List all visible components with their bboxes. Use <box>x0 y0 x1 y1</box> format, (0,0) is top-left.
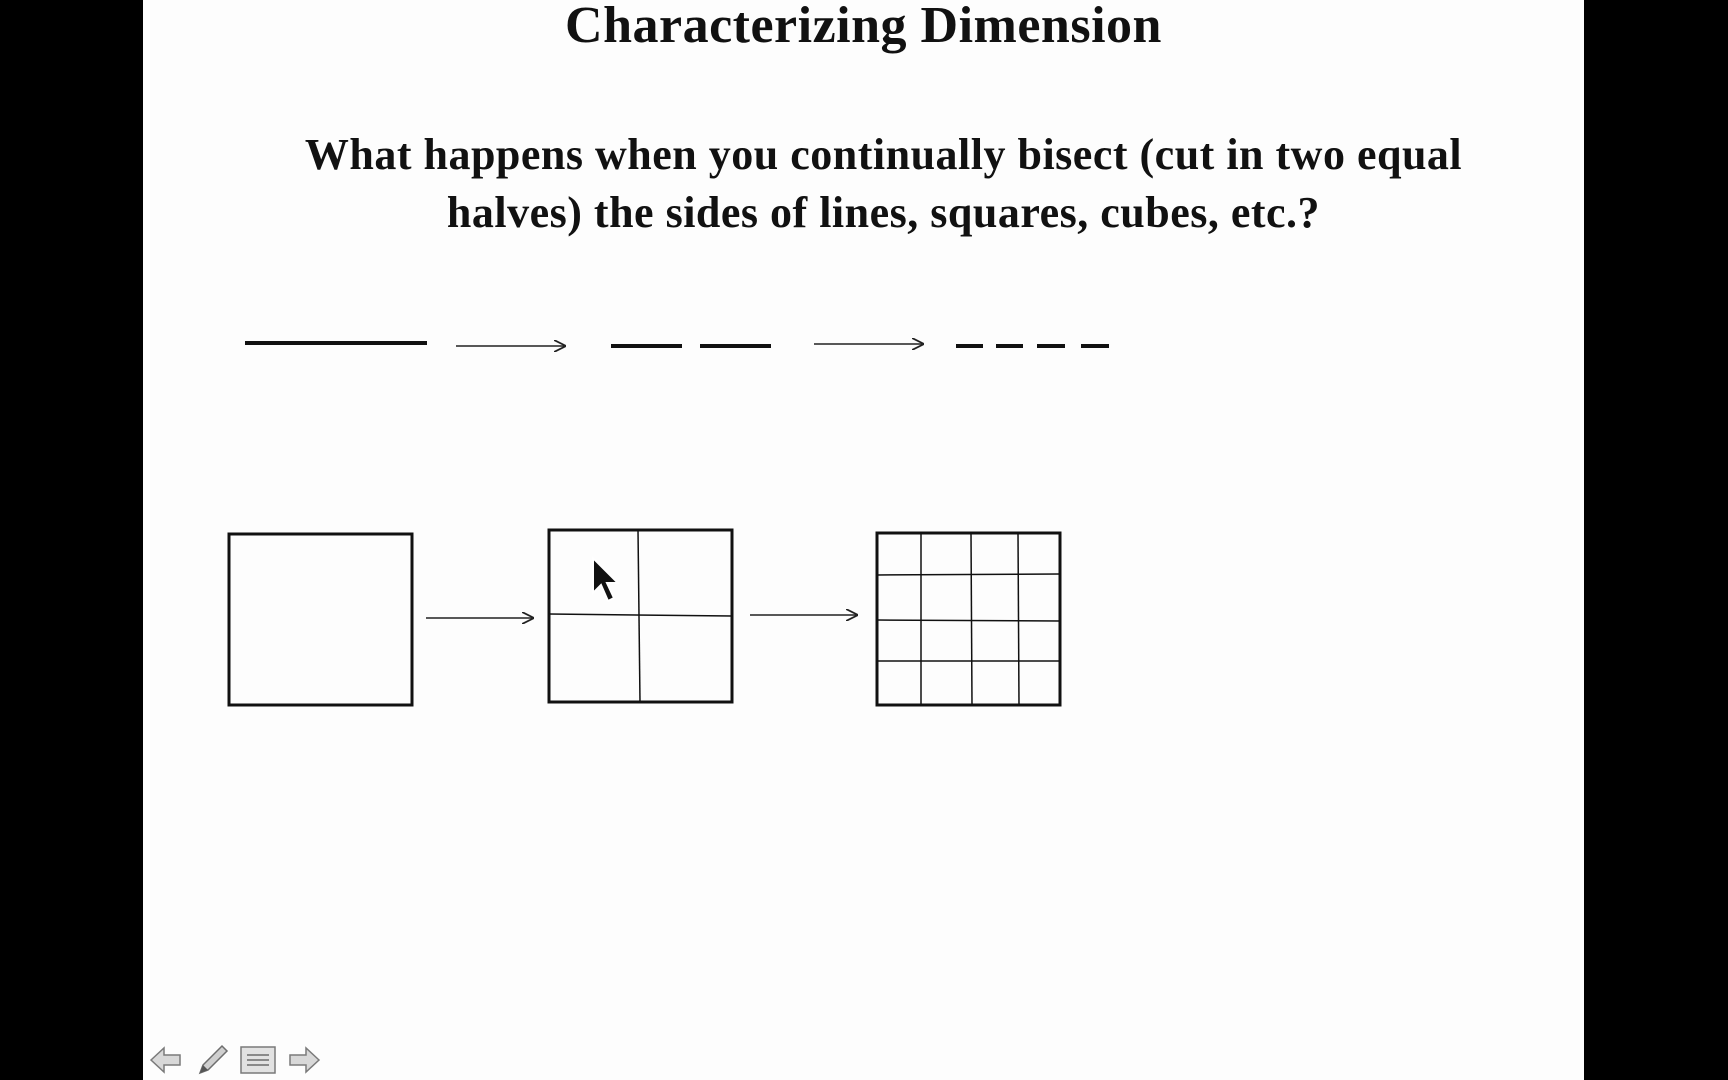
pen-tool-button[interactable] <box>193 1043 231 1077</box>
previous-slide-button[interactable] <box>147 1043 185 1077</box>
presentation-toolbar <box>147 1040 323 1080</box>
left-arrow-icon <box>149 1046 181 1074</box>
next-slide-button[interactable] <box>285 1043 323 1077</box>
sixteenth-square <box>875 531 1062 707</box>
quartered-square <box>547 528 734 704</box>
slide-menu-button[interactable] <box>239 1043 277 1077</box>
bisection-diagram <box>227 0 1109 707</box>
whole-square <box>227 532 414 707</box>
right-arrow-icon <box>289 1046 321 1074</box>
mouse-cursor-icon <box>592 555 621 603</box>
pen-icon <box>198 1044 229 1075</box>
menu-icon <box>240 1046 276 1074</box>
